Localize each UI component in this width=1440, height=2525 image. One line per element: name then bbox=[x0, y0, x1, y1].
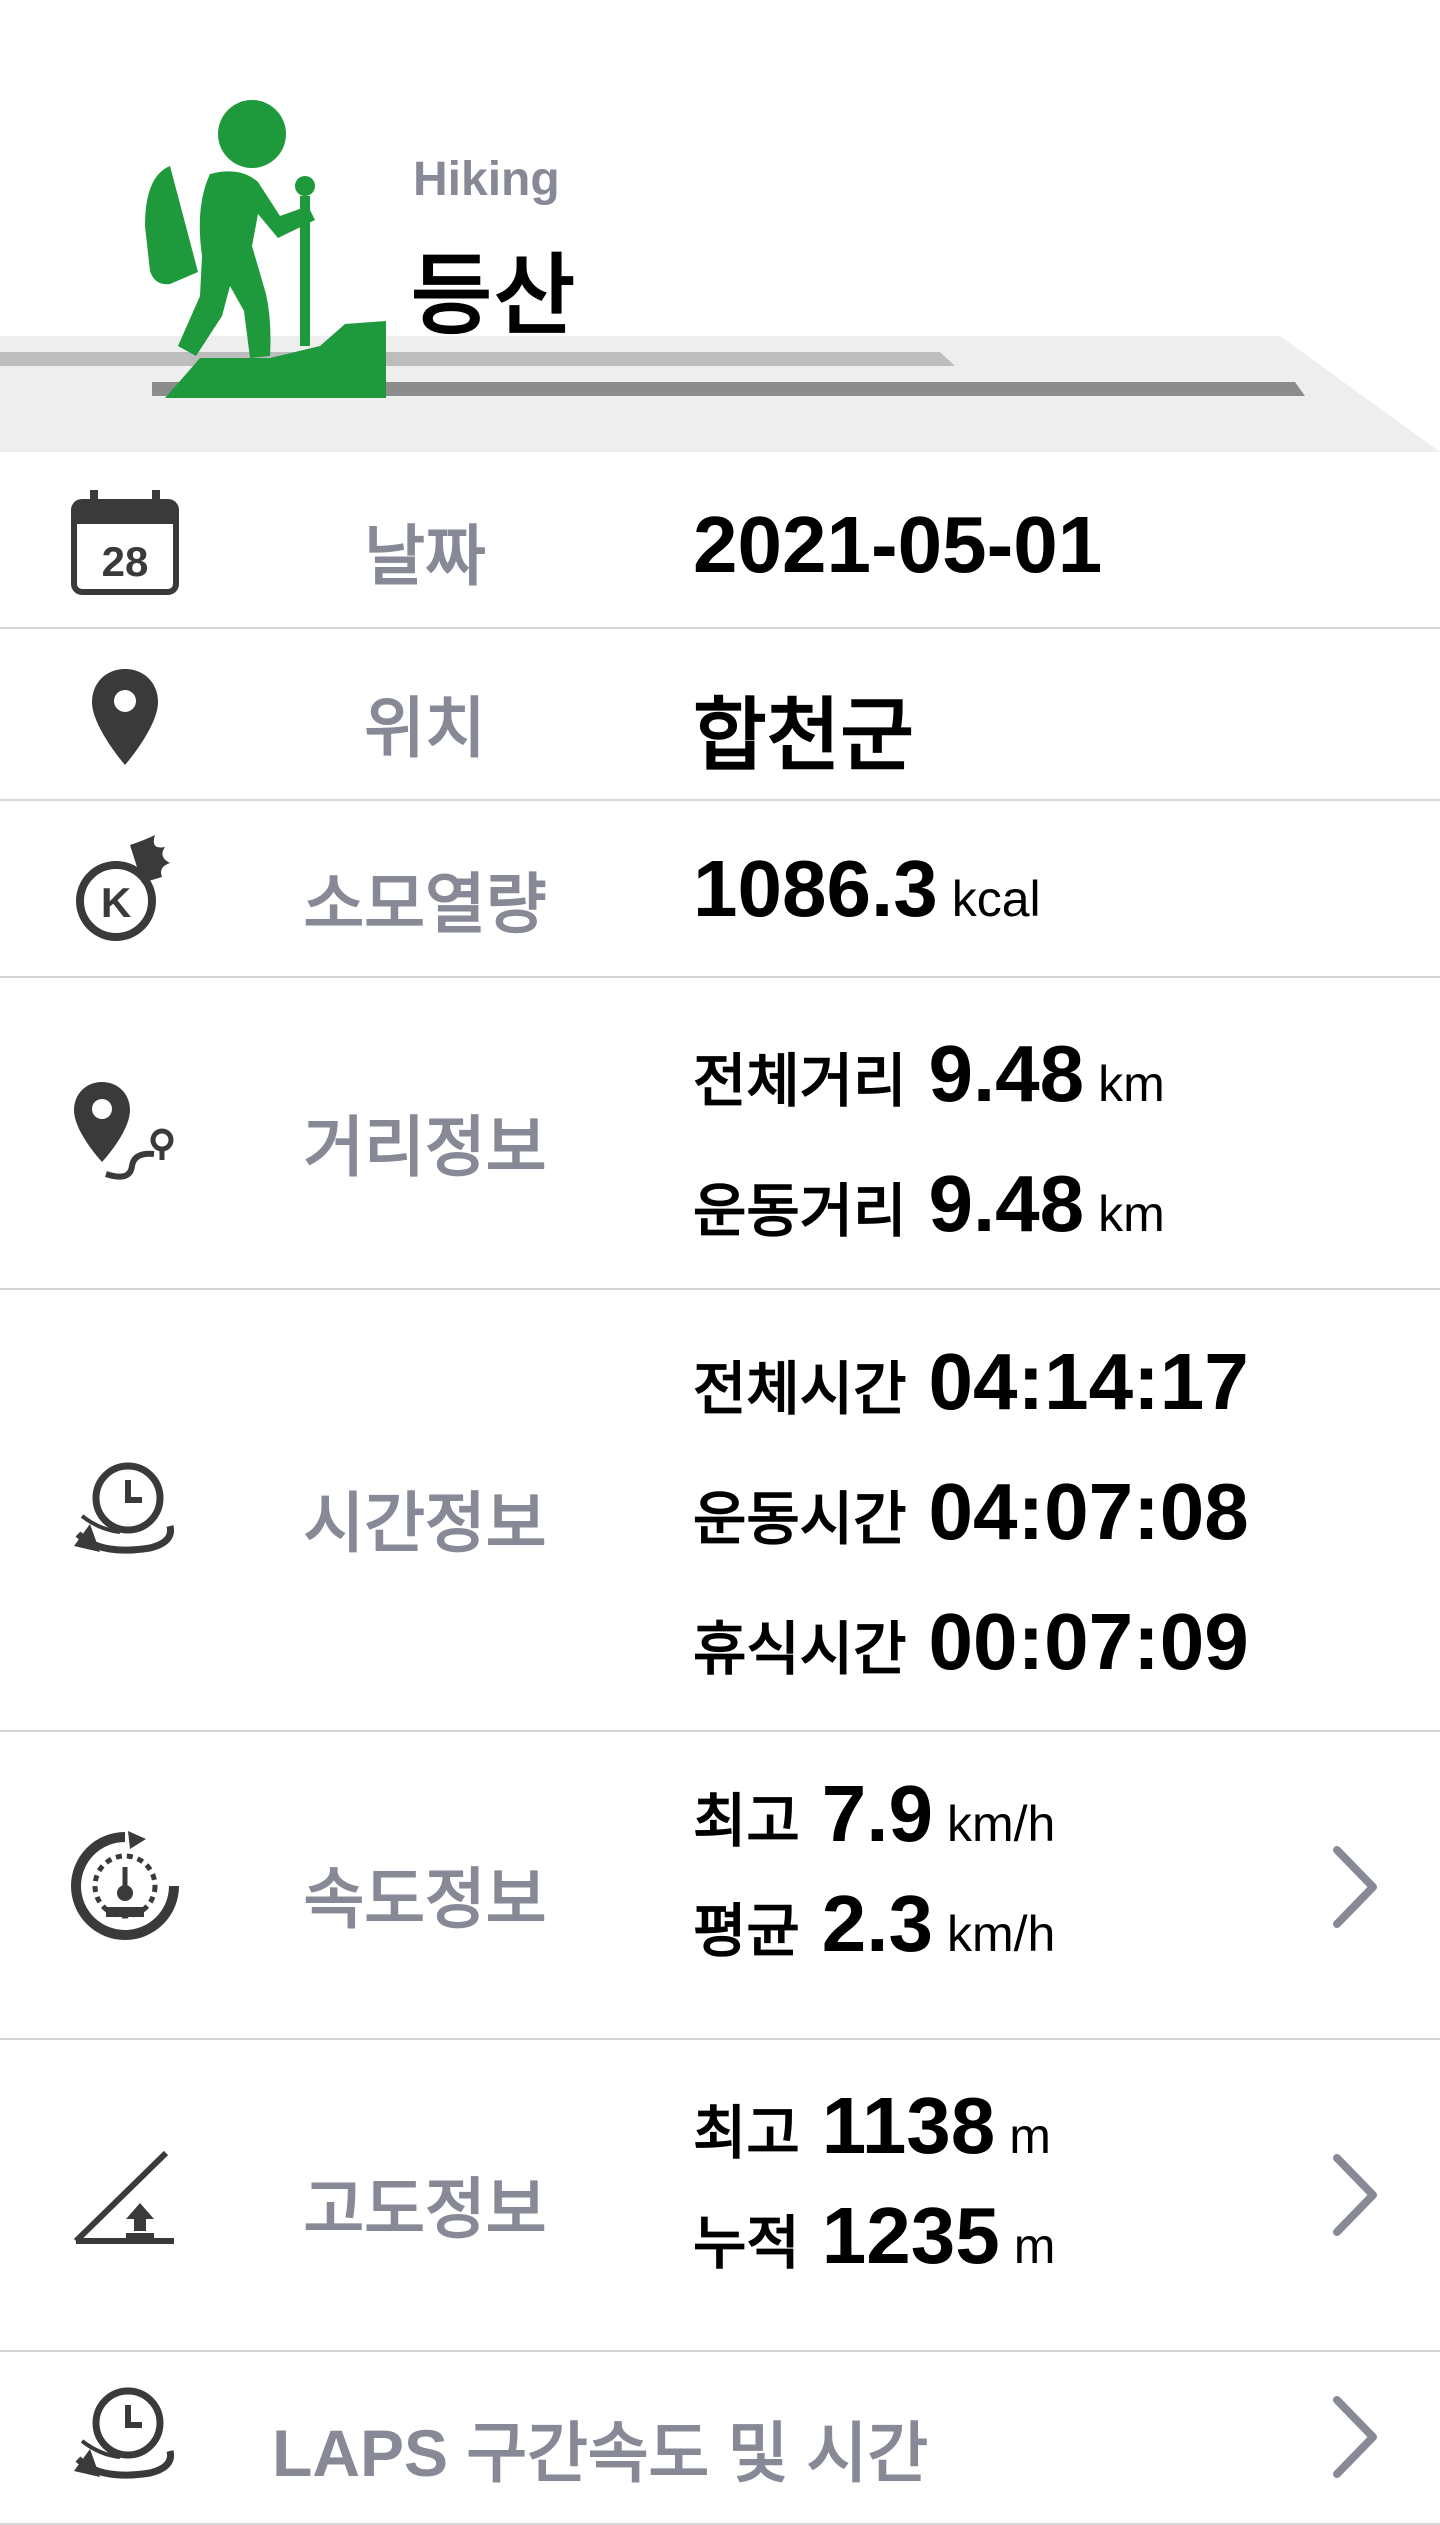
speed-avg-value: 2.3 bbox=[821, 1879, 933, 1968]
chevron-right-icon[interactable] bbox=[1325, 1842, 1385, 1932]
time-exercise-value: 04:07:08 bbox=[928, 1467, 1249, 1556]
date-row: 28 날짜 2021-05-01 bbox=[0, 455, 1440, 629]
speedometer-icon bbox=[60, 1830, 190, 1942]
calories-value: 1086.3 bbox=[693, 844, 938, 933]
speed-max-value: 7.9 bbox=[821, 1769, 933, 1858]
activity-subtitle: Hiking bbox=[413, 153, 560, 206]
route-pin-icon bbox=[60, 1078, 190, 1190]
laps-row[interactable]: LAPS 구간속도 및 시간 bbox=[0, 2352, 1440, 2525]
activity-header: Hiking 등산 bbox=[0, 0, 1440, 455]
speed-max-name: 최고 bbox=[693, 1789, 800, 1854]
svg-text:K: K bbox=[101, 879, 131, 926]
chevron-right-icon[interactable] bbox=[1325, 2392, 1385, 2482]
distance-total-name: 전체거리 bbox=[693, 1049, 907, 1114]
time-row: 시간정보 전체시간 04:14:17 운동시간 04:07:08 휴식시간 00… bbox=[0, 1290, 1440, 1732]
speed-avg-unit: km/h bbox=[946, 1906, 1056, 1962]
altitude-cum-name: 누적 bbox=[693, 2211, 800, 2276]
altitude-max-name: 최고 bbox=[693, 2101, 800, 2166]
time-total-value: 04:14:17 bbox=[928, 1337, 1249, 1426]
distance-exercise-value: 9.48 bbox=[928, 1159, 1085, 1248]
calories-label: 소모열량 bbox=[303, 867, 547, 941]
clock-cycle-icon bbox=[60, 1455, 190, 1567]
distance-exercise-name: 운동거리 bbox=[693, 1179, 907, 1244]
hiker-icon bbox=[145, 100, 386, 398]
altitude-row[interactable]: 고도정보 최고 1138 m 누적 1235 m bbox=[0, 2040, 1440, 2352]
location-pin-icon bbox=[60, 665, 190, 769]
laps-label: LAPS 구간속도 및 시간 bbox=[272, 2416, 929, 2490]
chevron-right-icon[interactable] bbox=[1325, 2150, 1385, 2240]
time-rest-value: 00:07:09 bbox=[928, 1597, 1249, 1686]
time-total-name: 전체시간 bbox=[693, 1357, 907, 1422]
time-exercise-name: 운동시간 bbox=[693, 1487, 907, 1552]
speed-row[interactable]: 속도정보 최고 7.9 km/h 평균 2.3 km/h bbox=[0, 1732, 1440, 2040]
altitude-slope-icon bbox=[60, 2140, 190, 2252]
calories-unit: kcal bbox=[951, 871, 1041, 927]
calendar-icon: 28 bbox=[60, 485, 190, 599]
speed-max-line: 최고 7.9 km/h bbox=[693, 1768, 1055, 1860]
location-value: 합천군 bbox=[693, 691, 914, 780]
distance-total-unit: km bbox=[1098, 1056, 1165, 1112]
time-total-line: 전체시간 04:14:17 bbox=[693, 1336, 1249, 1428]
distance-exercise-unit: km bbox=[1098, 1186, 1165, 1242]
location-label: 위치 bbox=[364, 691, 486, 765]
altitude-max-unit: m bbox=[1009, 2108, 1051, 2164]
time-exercise-line: 운동시간 04:07:08 bbox=[693, 1466, 1249, 1558]
altitude-max-line: 최고 1138 m bbox=[693, 2080, 1051, 2172]
speed-avg-line: 평균 2.3 km/h bbox=[693, 1878, 1055, 1970]
altitude-max-value: 1138 bbox=[821, 2081, 996, 2170]
activity-title: 등산 bbox=[411, 246, 577, 345]
altitude-cum-unit: m bbox=[1013, 2218, 1056, 2274]
time-label: 시간정보 bbox=[303, 1486, 547, 1560]
date-value: 2021-05-01 bbox=[693, 500, 1103, 589]
time-rest-line: 휴식시간 00:07:09 bbox=[693, 1596, 1249, 1688]
altitude-cum-value: 1235 bbox=[821, 2191, 1000, 2280]
distance-exercise-line: 운동거리 9.48 km bbox=[693, 1158, 1165, 1250]
location-row: 위치 합천군 bbox=[0, 629, 1440, 801]
distance-total-line: 전체거리 9.48 km bbox=[693, 1028, 1165, 1120]
distance-total-value: 9.48 bbox=[928, 1029, 1085, 1118]
distance-row: 거리정보 전체거리 9.48 km 운동거리 9.48 km bbox=[0, 978, 1440, 1290]
date-label: 날짜 bbox=[364, 519, 486, 593]
speed-label: 속도정보 bbox=[303, 1862, 547, 1936]
calorie-burn-icon: K bbox=[60, 835, 190, 945]
time-rest-name: 휴식시간 bbox=[693, 1617, 907, 1682]
calories-value-line: 1086.3 kcal bbox=[693, 843, 1041, 935]
altitude-cum-line: 누적 1235 m bbox=[693, 2190, 1055, 2282]
calories-row: K 소모열량 1086.3 kcal bbox=[0, 801, 1440, 978]
laps-clock-icon bbox=[60, 2380, 190, 2492]
distance-label: 거리정보 bbox=[303, 1110, 547, 1184]
svg-text:28: 28 bbox=[102, 538, 149, 585]
speed-avg-name: 평균 bbox=[693, 1899, 800, 1964]
altitude-label: 고도정보 bbox=[303, 2172, 547, 2246]
speed-max-unit: km/h bbox=[946, 1796, 1056, 1852]
